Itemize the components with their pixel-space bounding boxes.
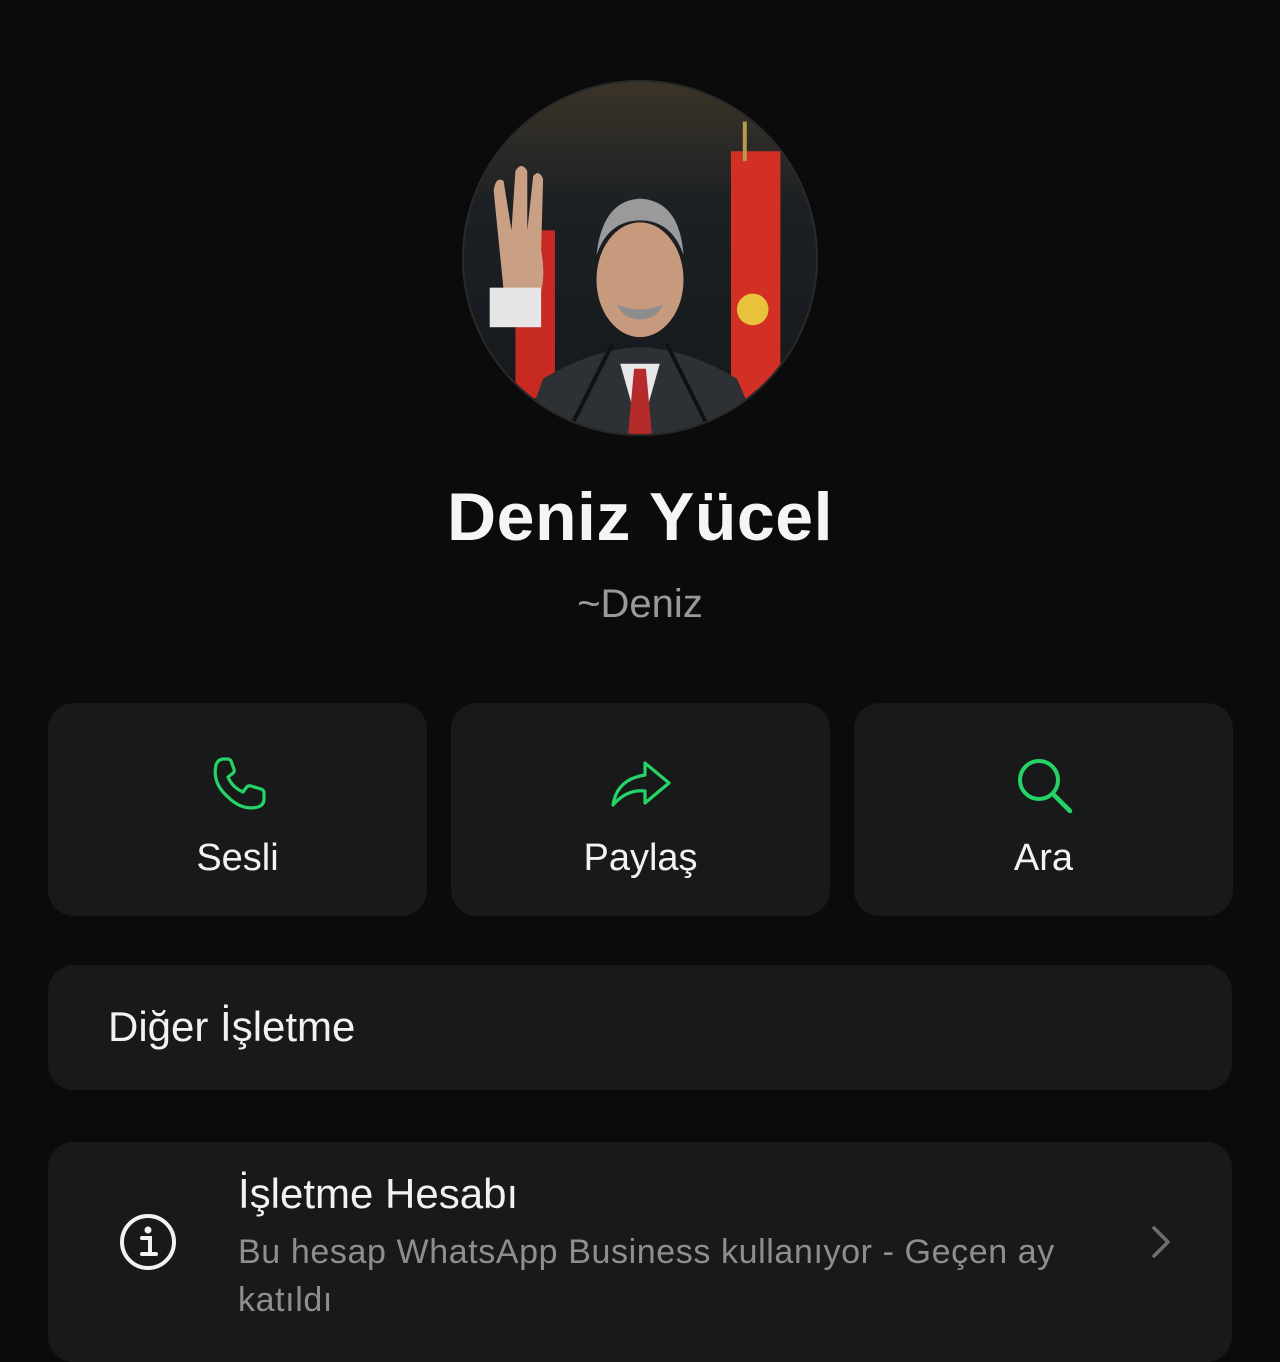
voice-call-label: Sesli <box>196 837 279 879</box>
voice-call-button[interactable]: Sesli <box>48 703 427 916</box>
business-account-description: Bu hesap WhatsApp Business kullanıyor - … <box>238 1233 1055 1319</box>
contact-name: Deniz Yücel <box>447 479 833 555</box>
search-label: Ara <box>1013 837 1074 879</box>
search-icon <box>1012 753 1076 817</box>
contact-handle: ~Deniz <box>577 582 703 626</box>
info-icon <box>118 1212 178 1272</box>
share-label: Paylaş <box>583 837 698 879</box>
profile-avatar[interactable] <box>462 80 818 436</box>
share-arrow-icon <box>609 753 673 817</box>
avatar-photo <box>464 82 816 434</box>
other-business-label: Diğer İşletme <box>108 1003 356 1050</box>
business-account-row[interactable]: İşletme Hesabı Bu hesap WhatsApp Busines… <box>48 1142 1232 1362</box>
phone-icon <box>206 753 270 817</box>
business-account-title: İşletme Hesabı <box>238 1170 519 1217</box>
other-business-row[interactable]: Diğer İşletme <box>48 965 1232 1090</box>
share-button[interactable]: Paylaş <box>451 703 830 916</box>
search-button[interactable]: Ara <box>854 703 1233 916</box>
chevron-right-icon <box>1146 1222 1176 1262</box>
